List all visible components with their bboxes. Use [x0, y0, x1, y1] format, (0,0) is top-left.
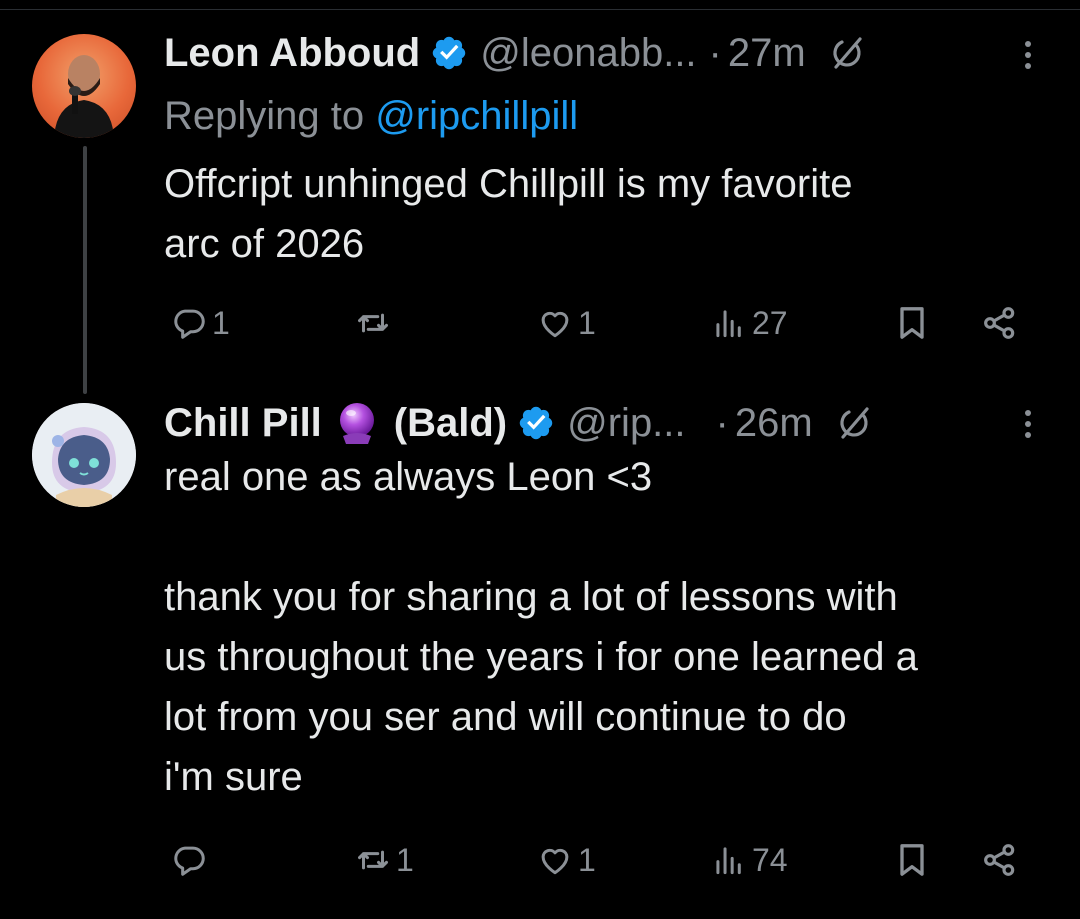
text-line: lot from you ser and will continue to do — [164, 695, 847, 739]
reply-button[interactable]: 1 — [170, 298, 230, 348]
tweet-header: Chill Pill (Bald) @rip... · 26m — [164, 398, 1044, 448]
like-button[interactable]: 1 — [536, 298, 596, 348]
tweet-text: real one as always Leon <3 thank you for… — [164, 447, 1054, 807]
thread-line — [83, 146, 87, 394]
verified-badge-icon — [517, 404, 555, 442]
tweet-chillpill[interactable]: Chill Pill (Bald) @rip... · 26m real one… — [0, 385, 1080, 919]
text-line: real one as always Leon <3 — [164, 455, 653, 499]
timestamp[interactable]: 27m — [728, 31, 806, 76]
like-icon — [536, 304, 574, 342]
separator-dot: · — [715, 400, 729, 445]
reply-button[interactable] — [170, 835, 212, 885]
like-count: 1 — [578, 304, 596, 341]
repost-count: 1 — [396, 841, 414, 878]
repost-icon — [354, 304, 392, 342]
replying-to: Replying to @ripchillpill — [164, 94, 578, 139]
action-bar: 1 1 27 — [164, 298, 1044, 348]
tweet-header: Leon Abboud @leonabb... · 27m — [164, 28, 1044, 78]
handle[interactable]: @rip... — [567, 401, 685, 446]
bookmark-icon — [892, 840, 932, 880]
separator-dot: · — [708, 30, 722, 75]
repost-icon — [354, 841, 392, 879]
tweet-text: Offcript unhinged Chillpill is my favori… — [164, 154, 1054, 274]
views-button[interactable]: 74 — [710, 835, 788, 885]
like-button[interactable]: 1 — [536, 835, 596, 885]
replying-prefix: Replying to — [164, 94, 376, 138]
bookmark-button[interactable] — [892, 298, 932, 348]
share-icon — [980, 303, 1020, 343]
like-icon — [536, 841, 574, 879]
repost-button[interactable] — [354, 298, 396, 348]
reply-icon — [170, 841, 208, 879]
reply-mention-link[interactable]: @ripchillpill — [375, 94, 578, 138]
display-name[interactable]: Leon Abboud — [164, 31, 420, 76]
more-icon[interactable] — [1022, 36, 1034, 76]
avatar[interactable] — [32, 34, 136, 138]
bookmark-icon — [892, 303, 932, 343]
reply-icon — [170, 304, 208, 342]
views-icon — [710, 304, 748, 342]
avatar[interactable] — [32, 403, 136, 507]
crystal-ball-emoji — [334, 400, 380, 446]
timestamp[interactable]: 26m — [735, 401, 813, 446]
grok-icon[interactable] — [828, 33, 868, 73]
views-button[interactable]: 27 — [710, 298, 788, 348]
text-line: i'm sure — [164, 755, 303, 799]
verified-badge-icon — [430, 34, 468, 72]
tweet-leon[interactable]: Leon Abboud @leonabb... · 27m Replying t… — [0, 0, 1080, 394]
repost-button[interactable]: 1 — [354, 835, 414, 885]
views-count: 27 — [752, 304, 788, 341]
handle[interactable]: @leonabb... — [480, 31, 696, 76]
text-line: arc of 2026 — [164, 222, 365, 266]
text-line: thank you for sharing a lot of lessons w… — [164, 575, 898, 619]
text-line: us throughout the years i for one learne… — [164, 635, 918, 679]
display-name-suffix[interactable]: (Bald) — [394, 401, 507, 446]
text-line — [164, 507, 1054, 567]
share-button[interactable] — [980, 298, 1020, 348]
reply-count: 1 — [212, 304, 230, 341]
grok-icon[interactable] — [835, 403, 875, 443]
bookmark-button[interactable] — [892, 835, 932, 885]
text-line: Offcript unhinged Chillpill is my favori… — [164, 162, 853, 206]
more-icon[interactable] — [1022, 405, 1034, 445]
like-count: 1 — [578, 841, 596, 878]
views-count: 74 — [752, 841, 788, 878]
share-icon — [980, 840, 1020, 880]
display-name[interactable]: Chill Pill — [164, 401, 322, 446]
views-icon — [710, 841, 748, 879]
action-bar: 1 1 74 — [164, 835, 1044, 885]
share-button[interactable] — [980, 835, 1020, 885]
